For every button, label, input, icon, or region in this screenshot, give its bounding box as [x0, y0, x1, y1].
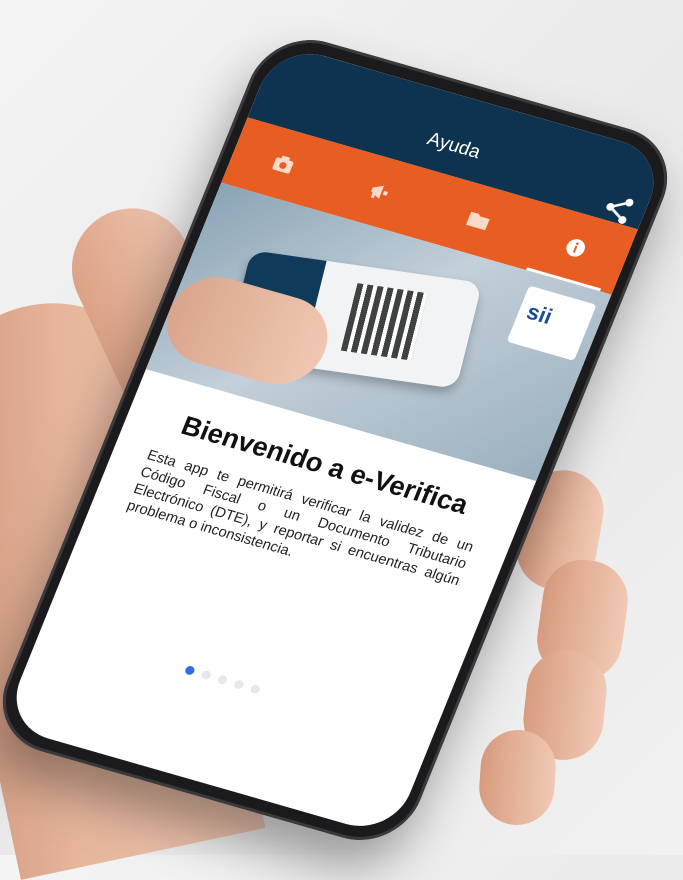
page-dot-1[interactable]	[183, 664, 196, 676]
camera-icon	[272, 155, 294, 174]
page-indicator	[183, 664, 262, 695]
hand-finger	[476, 727, 559, 828]
page-dot-5[interactable]	[249, 683, 262, 695]
sii-logo: sii	[506, 285, 597, 361]
page-dot-4[interactable]	[232, 679, 245, 690]
info-icon	[566, 239, 586, 257]
folder-icon	[465, 211, 490, 231]
page-dot-2[interactable]	[200, 669, 213, 681]
megaphone-icon	[371, 185, 389, 199]
photo-scene: Ayuda sii Bienvenido a e-Verifica Esta a…	[0, 0, 683, 880]
qr-code-icon	[340, 283, 428, 361]
page-dot-3[interactable]	[216, 674, 229, 686]
sii-logo-text: sii	[523, 298, 557, 330]
